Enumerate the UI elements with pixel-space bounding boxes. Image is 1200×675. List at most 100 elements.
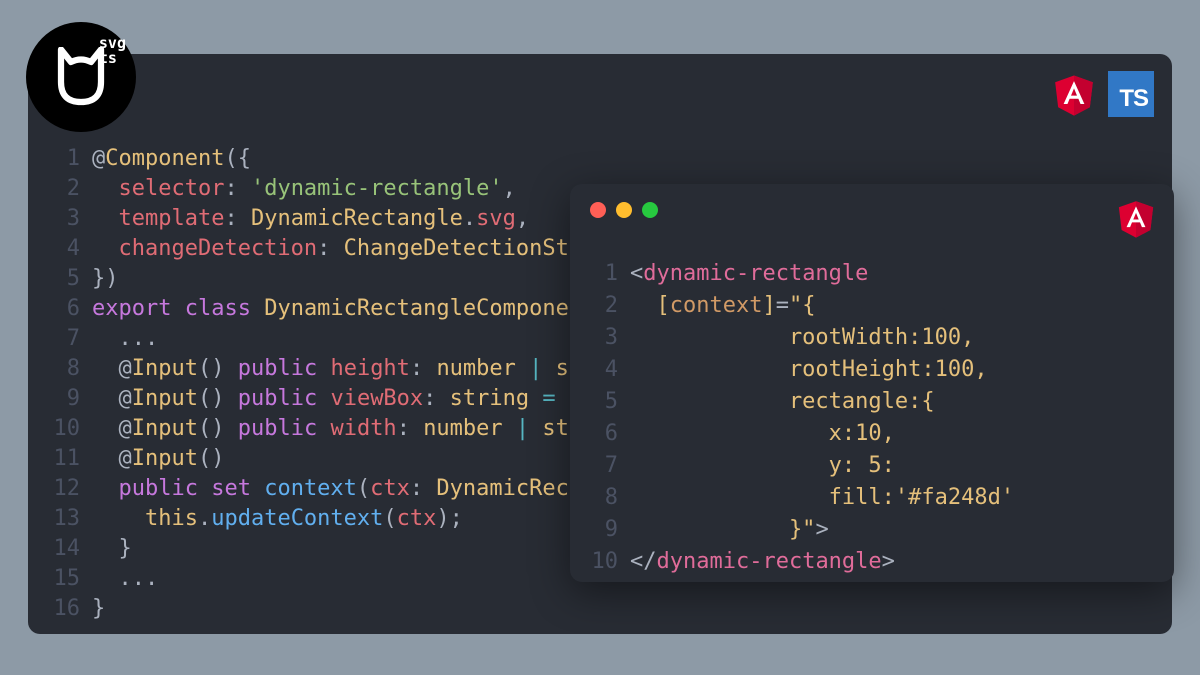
code-token: template (92, 206, 224, 231)
line-number: 1 (586, 258, 618, 290)
code-token: : (423, 386, 450, 411)
code-token: rootWidth:100, (630, 325, 974, 350)
code-token: y: 5: (630, 453, 895, 478)
code-token: class (185, 296, 264, 321)
code-token: }) (92, 266, 119, 291)
typescript-icon: TS (1108, 71, 1154, 117)
code-token: : (317, 236, 344, 261)
code-token: set (211, 476, 264, 501)
ts-badge-label: TS (1119, 85, 1148, 113)
close-icon[interactable] (590, 202, 606, 218)
code-token: () (198, 386, 238, 411)
code-token: . (198, 506, 211, 531)
code-token: ({ (224, 146, 251, 171)
code-token: () (198, 446, 225, 471)
code-token: public (92, 476, 211, 501)
minimize-icon[interactable] (616, 202, 632, 218)
line-number: 6 (586, 418, 618, 450)
code-token: Input (132, 446, 198, 471)
code-token: | (516, 356, 556, 381)
overlay-code-block[interactable]: 1<dynamic-rectangle2 [context]="{3 rootW… (570, 202, 1174, 578)
code-token: DynamicRectangle (251, 206, 463, 231)
code-token: width (330, 416, 396, 441)
code-token: ( (383, 506, 396, 531)
code-token: x:10, (630, 421, 895, 446)
code-token: > (815, 517, 828, 542)
code-token: @ (92, 446, 132, 471)
code-token: string (450, 386, 529, 411)
code-token: export (92, 296, 185, 321)
code-token: @ (92, 146, 105, 171)
code-token: @ (92, 356, 132, 381)
maximize-icon[interactable] (642, 202, 658, 218)
code-line: 8 fill:'#fa248d' (586, 482, 1174, 514)
angular-icon (1052, 70, 1096, 118)
code-line: 9 }"> (586, 514, 1174, 546)
code-line: 4 rootHeight:100, (586, 354, 1174, 386)
code-token: context (264, 476, 357, 501)
code-token: updateContext (211, 506, 383, 531)
line-number: 16 (44, 594, 80, 624)
code-token: number (436, 356, 515, 381)
line-number: 3 (586, 322, 618, 354)
line-number: 1 (44, 144, 80, 174)
code-token: } (92, 596, 105, 621)
code-line: 2 [context]="{ (586, 290, 1174, 322)
code-token: () (198, 356, 238, 381)
logo-text-ts: ts (99, 51, 126, 66)
code-token: : (397, 416, 424, 441)
line-number: 4 (586, 354, 618, 386)
code-token: selector (92, 176, 224, 201)
code-token: () (198, 416, 238, 441)
code-token: < (630, 261, 643, 286)
code-token: } (92, 536, 132, 561)
code-token: svg (476, 206, 516, 231)
code-line: 6 x:10, (586, 418, 1174, 450)
line-number: 2 (44, 174, 80, 204)
code-token: rootHeight:100, (630, 357, 988, 382)
code-token: "{ (789, 293, 816, 318)
line-number: 12 (44, 474, 80, 504)
code-token: ( (357, 476, 370, 501)
line-number: 9 (44, 384, 80, 414)
line-number: 13 (44, 504, 80, 534)
code-token: ... (92, 566, 158, 591)
code-token: : (224, 206, 251, 231)
code-token: : (224, 176, 251, 201)
code-token: ... (92, 326, 158, 351)
code-token: Input (132, 356, 198, 381)
code-token: , (516, 206, 529, 231)
code-token: }" (630, 517, 815, 542)
code-token: ctx (397, 506, 437, 531)
line-number: 14 (44, 534, 80, 564)
code-token: ] (762, 293, 775, 318)
line-number: 10 (586, 546, 618, 578)
code-token: = (776, 293, 789, 318)
line-number: 5 (44, 264, 80, 294)
code-token: [ (630, 293, 670, 318)
code-line: 16} (44, 594, 1172, 624)
line-number: 4 (44, 234, 80, 264)
code-token: Component (105, 146, 224, 171)
code-token: viewBox (330, 386, 423, 411)
code-token: DynamicRectangleComponent (264, 296, 608, 321)
code-token: : (410, 476, 437, 501)
code-line: 1<dynamic-rectangle (586, 258, 1174, 290)
code-token: number (423, 416, 502, 441)
code-line: 7 y: 5: (586, 450, 1174, 482)
code-line: 3 rootWidth:100, (586, 322, 1174, 354)
code-token: </ (630, 549, 657, 574)
code-token: @ (92, 416, 132, 441)
code-token: public (238, 356, 331, 381)
line-number: 10 (44, 414, 80, 444)
code-token: | (503, 416, 543, 441)
window-traffic-lights (590, 202, 658, 218)
line-number: 7 (44, 324, 80, 354)
code-token: ); (436, 506, 463, 531)
code-token: height (330, 356, 409, 381)
line-number: 8 (586, 482, 618, 514)
angular-icon (1116, 196, 1156, 240)
code-token: : (410, 356, 437, 381)
code-token: . (463, 206, 476, 231)
line-number: 6 (44, 294, 80, 324)
